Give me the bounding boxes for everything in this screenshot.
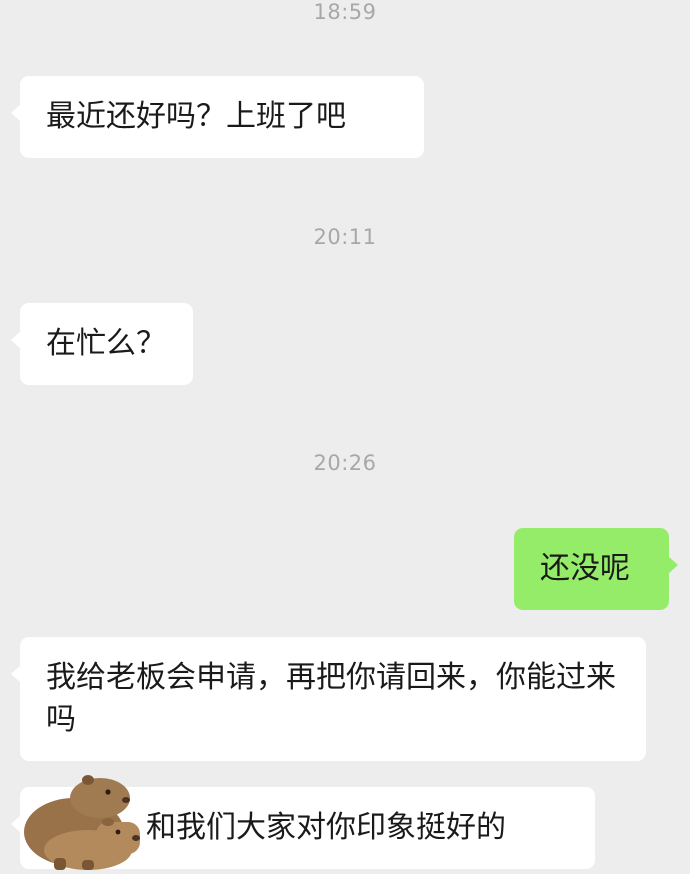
capybara-icon <box>18 770 142 874</box>
message-bubble[interactable]: 我给老板会申请，再把你请回来，你能过来吗 <box>11 637 646 761</box>
message-text: 在忙么？ <box>46 326 166 361</box>
message-text: 还没呢 <box>540 551 630 586</box>
message-text: 我给老板会申请，再把你请回来，你能过来吗 <box>46 660 616 737</box>
message-text: 最近还好吗？上班了吧 <box>46 99 346 134</box>
timestamp: 18:59 <box>313 0 377 24</box>
timestamp: 20:11 <box>313 225 377 249</box>
message-bubble[interactable]: 还没呢 <box>514 528 678 610</box>
message-bubble[interactable]: 在忙么？ <box>11 303 193 385</box>
message-bubble[interactable]: 最近还好吗？上班了吧 <box>11 76 424 158</box>
message-text: 和我们大家对你印象挺好的 <box>146 810 506 845</box>
timestamp: 20:26 <box>313 451 377 475</box>
